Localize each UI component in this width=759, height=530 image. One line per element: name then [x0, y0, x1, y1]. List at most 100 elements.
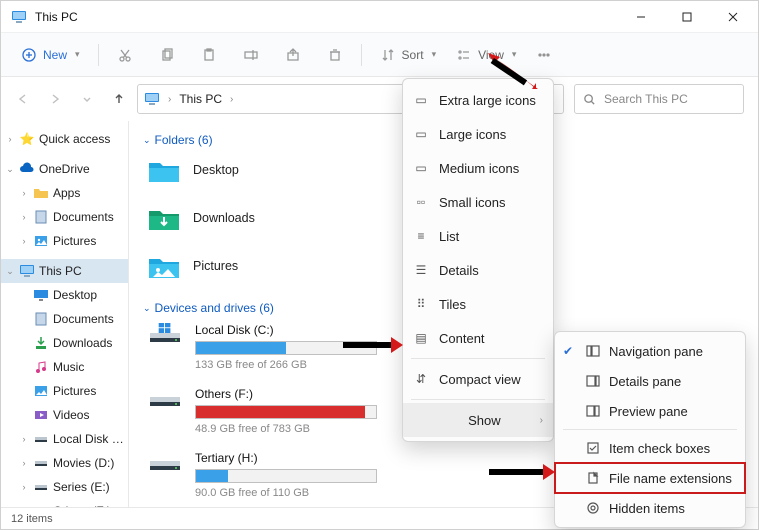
- view-option-icon: ▭: [413, 161, 429, 175]
- navigation-pane: ›⭐Quick access ⌄OneDrive ›Apps ›Document…: [1, 121, 129, 507]
- sidebar-item-downloads[interactable]: Downloads: [1, 331, 128, 355]
- this-pc-icon: [19, 263, 35, 279]
- view-option-icon: ▤: [413, 331, 429, 345]
- sidebar-item-onedrive[interactable]: ⌄OneDrive: [1, 157, 128, 181]
- view-menu-label: Content: [439, 331, 543, 346]
- paste-button[interactable]: [195, 43, 223, 67]
- view-menu-item[interactable]: ▭ Medium icons: [403, 151, 553, 185]
- chevron-right-icon: ›: [168, 94, 171, 105]
- view-icon: [456, 47, 472, 63]
- show-menu-item[interactable]: ✔ Navigation pane: [555, 336, 745, 366]
- up-button[interactable]: [111, 91, 127, 107]
- check-icon: ✔: [563, 344, 577, 358]
- close-button[interactable]: [710, 1, 756, 33]
- forward-button[interactable]: [47, 91, 63, 107]
- cut-icon: [117, 47, 133, 63]
- sidebar-item-series-e[interactable]: ›Series (E:): [1, 475, 128, 499]
- view-menu-item[interactable]: ▭Large icons: [403, 117, 553, 151]
- new-button[interactable]: New▾: [15, 43, 86, 67]
- star-icon: ⭐: [19, 131, 35, 147]
- sidebar-item-quick-access[interactable]: ›⭐Quick access: [1, 127, 128, 151]
- download-icon: [33, 335, 49, 351]
- sidebar-item-this-pc[interactable]: ⌄This PC: [1, 259, 128, 283]
- view-option-icon: ≡: [413, 229, 429, 243]
- document-icon: [33, 209, 49, 225]
- view-option-icon: ⇵: [413, 372, 429, 386]
- picture-icon: [33, 383, 49, 399]
- drive-icon: [33, 479, 49, 495]
- rename-icon: [243, 47, 259, 63]
- share-button[interactable]: [279, 43, 307, 67]
- more-icon: [536, 47, 552, 63]
- show-menu-item[interactable]: ✔Details pane: [555, 366, 745, 396]
- sidebar-item-od-documents[interactable]: ›Documents: [1, 205, 128, 229]
- view-menu-label: Tiles: [439, 297, 543, 312]
- minimize-button[interactable]: [618, 1, 664, 33]
- sidebar-item-movies-d[interactable]: ›Movies (D:): [1, 451, 128, 475]
- breadcrumb-location[interactable]: This PC: [179, 92, 222, 106]
- plus-icon: [21, 47, 37, 63]
- new-label: New: [43, 48, 67, 62]
- view-menu-item[interactable]: ☰ Details: [403, 253, 553, 287]
- sidebar-item-music[interactable]: Music: [1, 355, 128, 379]
- folder-icon: [33, 185, 49, 201]
- show-menu-item[interactable]: ✔File name extensions: [555, 463, 745, 493]
- drive-icon: [33, 431, 49, 447]
- drive-name: Others (F:): [195, 387, 377, 401]
- view-option-icon: ▫▫: [413, 195, 429, 209]
- rename-button[interactable]: [237, 43, 265, 67]
- view-menu-label: Details: [439, 263, 543, 278]
- sidebar-item-localdisk-c[interactable]: ›Local Disk (C:): [1, 427, 128, 451]
- folder-icon: [147, 155, 181, 185]
- chevron-right-icon: ›: [230, 94, 233, 105]
- picture-icon: [33, 233, 49, 249]
- show-menu-item[interactable]: ✔Preview pane: [555, 396, 745, 426]
- show-option-icon: [585, 501, 601, 515]
- sort-icon: [380, 47, 396, 63]
- show-option-icon: [585, 471, 601, 485]
- view-menu-show[interactable]: Show›: [403, 403, 553, 437]
- show-option-icon: [585, 344, 601, 358]
- sidebar-item-others-f[interactable]: ›Others (F:): [1, 499, 128, 507]
- view-menu-item[interactable]: ▤ Content: [403, 321, 553, 355]
- window-title: This PC: [35, 10, 78, 24]
- drive-name: Tertiary (H:): [195, 451, 377, 465]
- sidebar-item-apps[interactable]: ›Apps: [1, 181, 128, 205]
- cloud-icon: [19, 161, 35, 177]
- sidebar-item-videos[interactable]: Videos: [1, 403, 128, 427]
- view-menu-item[interactable]: ⇵Compact view: [403, 362, 553, 396]
- show-option-icon: [585, 374, 601, 388]
- delete-button[interactable]: [321, 43, 349, 67]
- view-menu-item[interactable]: ⠿Tiles: [403, 287, 553, 321]
- show-menu-label: Navigation pane: [609, 344, 703, 359]
- show-menu-item[interactable]: ✔Item check boxes: [555, 433, 745, 463]
- desktop-icon: [33, 287, 49, 303]
- sort-button[interactable]: Sort▾: [374, 43, 443, 67]
- view-menu-item[interactable]: ≡List: [403, 219, 553, 253]
- title-bar: This PC: [1, 1, 758, 33]
- document-icon: [33, 311, 49, 327]
- sidebar-item-documents[interactable]: Documents: [1, 307, 128, 331]
- sidebar-item-desktop[interactable]: Desktop: [1, 283, 128, 307]
- sidebar-item-od-pictures[interactable]: ›Pictures: [1, 229, 128, 253]
- view-dropdown-menu: ▭Extra large icons▭Large icons▭Medium ic…: [402, 78, 554, 442]
- drive-icon: [148, 451, 182, 473]
- recent-dropdown[interactable]: [79, 91, 95, 107]
- view-menu-label: Medium icons: [439, 161, 543, 176]
- copy-button[interactable]: [153, 43, 181, 67]
- sidebar-item-pictures[interactable]: Pictures: [1, 379, 128, 403]
- drive-item[interactable]: Tertiary (H:)90.0 GB free of 110 GB: [147, 451, 377, 499]
- view-menu-label: Large icons: [439, 127, 543, 142]
- cut-button[interactable]: [111, 43, 139, 67]
- folder-icon: [147, 251, 181, 281]
- view-option-icon: ☰: [413, 263, 429, 277]
- show-menu-label: Details pane: [609, 374, 681, 389]
- drive-item[interactable]: Others (F:)48.9 GB free of 783 GB: [147, 387, 377, 435]
- paste-icon: [201, 47, 217, 63]
- back-button[interactable]: [15, 91, 31, 107]
- search-box[interactable]: Search This PC: [574, 84, 744, 114]
- view-menu-item[interactable]: ▫▫Small icons: [403, 185, 553, 219]
- maximize-button[interactable]: [664, 1, 710, 33]
- drive-name: Local Disk (C:): [195, 323, 377, 337]
- show-menu-item[interactable]: ✔Hidden items: [555, 493, 745, 523]
